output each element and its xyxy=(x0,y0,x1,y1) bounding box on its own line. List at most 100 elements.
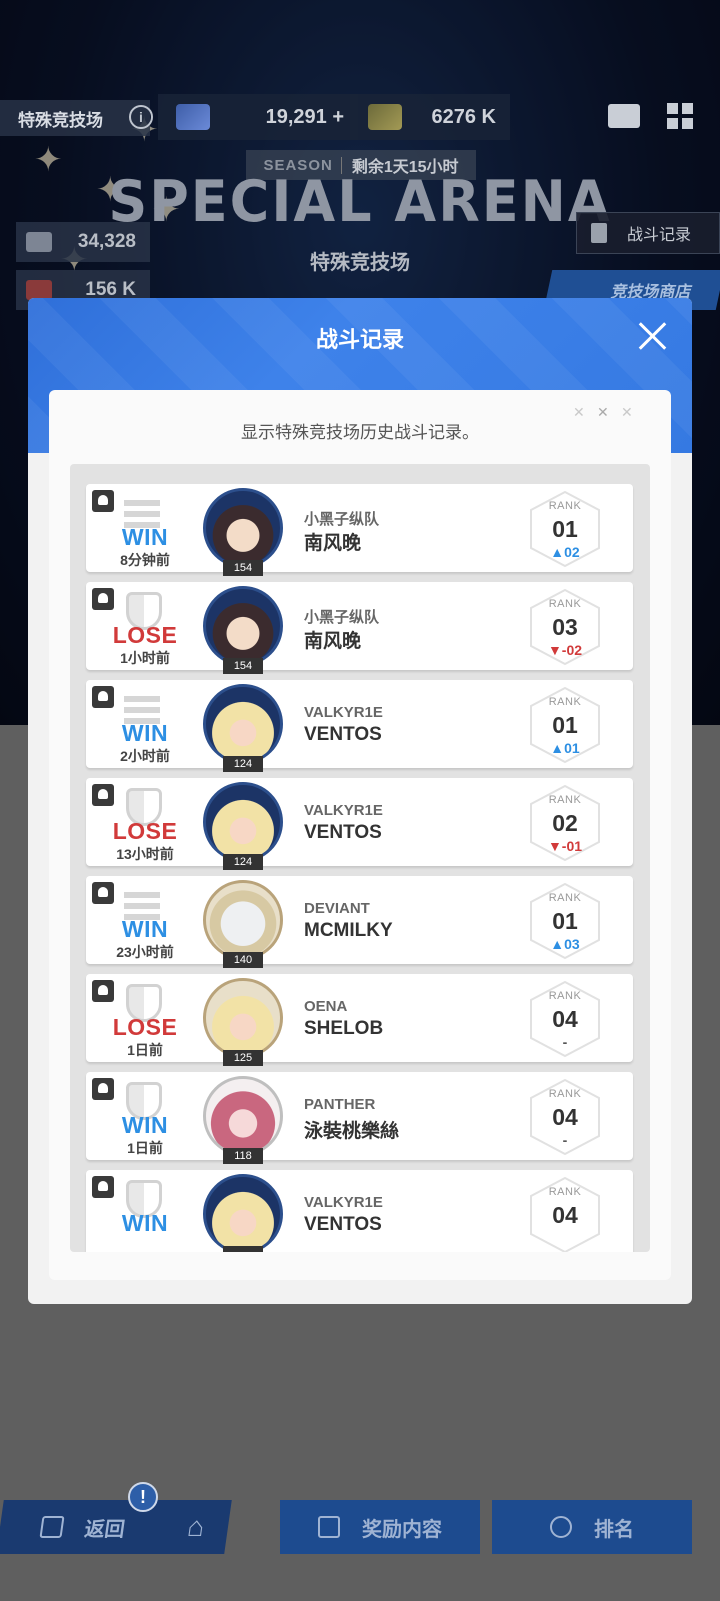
level-badge: 124 xyxy=(223,854,263,870)
record-time: 23小时前 xyxy=(116,944,174,960)
rank-label: RANK xyxy=(548,598,582,610)
notification-icon[interactable] xyxy=(92,882,114,904)
avatar[interactable] xyxy=(203,782,283,862)
result-label: WIN xyxy=(121,524,169,550)
avatar[interactable] xyxy=(203,488,283,568)
add-currency-button[interactable]: + xyxy=(332,106,344,128)
exit-icon xyxy=(39,1516,65,1538)
record-row[interactable]: WIN 8分钟前 154 小黑子纵队 南风晚 RANK 01 ▲02 xyxy=(86,484,633,576)
rank-change: ▲02 xyxy=(550,544,580,560)
gem-currency[interactable]: 19,291 + xyxy=(158,94,358,140)
ranking-button[interactable]: 排名 xyxy=(492,1500,692,1554)
battle-record-label: 战斗记录 xyxy=(627,227,692,244)
rank-label: RANK xyxy=(548,990,582,1002)
rank-badge: RANK 03 ▼-02 xyxy=(526,588,604,666)
rank-change: ▲03 xyxy=(550,936,580,952)
player-name: VENTOS xyxy=(304,822,382,843)
record-time: 1日前 xyxy=(127,1042,163,1058)
notification-icon[interactable] xyxy=(92,588,114,610)
notification-icon[interactable] xyxy=(92,784,114,806)
battle-record-modal: 战斗记录 ✕ ✕ ✕ 显示特殊竞技场历史战斗记录。 WIN 8分钟前 154 小… xyxy=(28,298,692,1304)
level-badge: 118 xyxy=(223,1148,263,1164)
modal-title: 战斗记录 xyxy=(315,327,404,352)
rank-badge: RANK 01 ▲01 xyxy=(526,686,604,764)
rank-label: RANK xyxy=(548,500,582,512)
mode-label: 特殊竞技场 xyxy=(0,100,150,136)
rank-value: 04 xyxy=(552,1104,578,1130)
player-name: MCMILKY xyxy=(304,920,393,941)
gold-value: 6276 K xyxy=(431,105,497,128)
ticket-icon xyxy=(26,232,52,252)
player-name: VENTOS xyxy=(304,724,382,745)
avatar[interactable] xyxy=(203,1174,283,1252)
rank-value: 04 xyxy=(552,1006,578,1032)
rank-value: 02 xyxy=(552,810,578,836)
record-time: 13小时前 xyxy=(116,846,174,862)
rank-change: - xyxy=(562,1034,568,1050)
alert-badge: ! xyxy=(128,1482,158,1512)
level-badge: 124 xyxy=(223,756,263,772)
rank-value: 01 xyxy=(552,712,578,738)
team-name: 小黑子纵队 xyxy=(304,511,380,528)
rank-change: ▼-02 xyxy=(547,642,583,658)
panel-description: 显示特殊竞技场历史战斗记录。 xyxy=(241,423,479,442)
reward-button[interactable]: 奖励内容 xyxy=(280,1500,480,1554)
record-row[interactable]: WIN 2小时前 124 VALKYR1E VENTOS RANK 01 ▲01 xyxy=(86,680,633,772)
rank-label: RANK xyxy=(548,794,582,806)
avatar[interactable] xyxy=(203,586,283,666)
team-name: PANTHER xyxy=(304,1096,376,1113)
record-row[interactable]: LOSE 1小时前 154 小黑子纵队 南风晚 RANK 03 ▼-02 xyxy=(86,582,633,674)
notification-icon[interactable] xyxy=(92,1176,114,1198)
notification-icon[interactable] xyxy=(92,1078,114,1100)
document-icon xyxy=(591,223,607,243)
record-row[interactable]: WIN VALKYR1E VENTOS RANK 04 xyxy=(86,1170,633,1252)
result-label: LOSE xyxy=(112,818,178,844)
rank-badge: RANK 04 - xyxy=(526,1078,604,1156)
menu-grid-icon[interactable] xyxy=(667,103,693,129)
notification-icon[interactable] xyxy=(92,980,114,1002)
record-row[interactable]: WIN 23小时前 140 DEVIANT MCMILKY RANK 01 ▲0… xyxy=(86,876,633,968)
close-icon[interactable] xyxy=(635,318,671,354)
avatar[interactable] xyxy=(203,684,283,764)
gift-icon xyxy=(318,1516,340,1538)
avatar[interactable] xyxy=(203,880,283,960)
player-name: SHELOB xyxy=(304,1018,384,1039)
record-row[interactable]: WIN 1日前 118 PANTHER 泳裝桃樂絲 RANK 04 - xyxy=(86,1072,633,1164)
record-time: 8分钟前 xyxy=(120,552,170,568)
record-row[interactable]: LOSE 1日前 125 OENA SHELOB RANK 04 - xyxy=(86,974,633,1066)
notification-icon[interactable] xyxy=(92,490,114,512)
result-label: WIN xyxy=(121,720,169,746)
level-badge: 154 xyxy=(223,658,263,674)
team-name: OENA xyxy=(304,998,348,1015)
battle-record-button[interactable]: 战斗记录 xyxy=(576,212,720,254)
record-row[interactable]: LOSE 13小时前 124 VALKYR1E VENTOS RANK 02 ▼… xyxy=(86,778,633,870)
record-time: 1小时前 xyxy=(120,650,170,666)
gold-icon xyxy=(368,104,402,130)
rank-badge: RANK 02 ▼-01 xyxy=(526,784,604,862)
rank-badge: RANK 04 - xyxy=(526,980,604,1058)
result-label: LOSE xyxy=(112,622,178,648)
rank-badge: RANK 04 xyxy=(526,1176,604,1252)
rank-badge: RANK 01 ▲03 xyxy=(526,882,604,960)
rank-label: RANK xyxy=(548,1186,582,1198)
ranking-label: 排名 xyxy=(594,1518,634,1541)
rank-value: 01 xyxy=(552,908,578,934)
rank-change: - xyxy=(562,1132,568,1148)
level-badge: 154 xyxy=(223,560,263,576)
avatar[interactable] xyxy=(203,1076,283,1156)
notification-icon[interactable] xyxy=(92,686,114,708)
record-time: 2小时前 xyxy=(120,748,170,764)
avatar[interactable] xyxy=(203,978,283,1058)
player-name: VENTOS xyxy=(304,1214,382,1235)
info-icon[interactable]: i xyxy=(129,105,153,129)
record-list[interactable]: WIN 8分钟前 154 小黑子纵队 南风晚 RANK 01 ▲02 LOSE … xyxy=(70,464,650,1252)
record-panel: ✕ ✕ ✕ 显示特殊竞技场历史战斗记录。 WIN 8分钟前 154 小黑子纵队 … xyxy=(49,390,671,1280)
result-label: WIN xyxy=(121,1210,169,1236)
mail-icon[interactable] xyxy=(608,104,640,128)
rank-badge: RANK 01 ▲02 xyxy=(526,490,604,568)
stat-ticket-value: 34,328 xyxy=(77,231,136,252)
home-button[interactable]: ⌂ xyxy=(160,1500,232,1554)
gem-value: 19,291 xyxy=(265,105,327,128)
team-name: VALKYR1E xyxy=(304,1194,383,1211)
stat-ticket: 34,328 xyxy=(16,222,150,262)
